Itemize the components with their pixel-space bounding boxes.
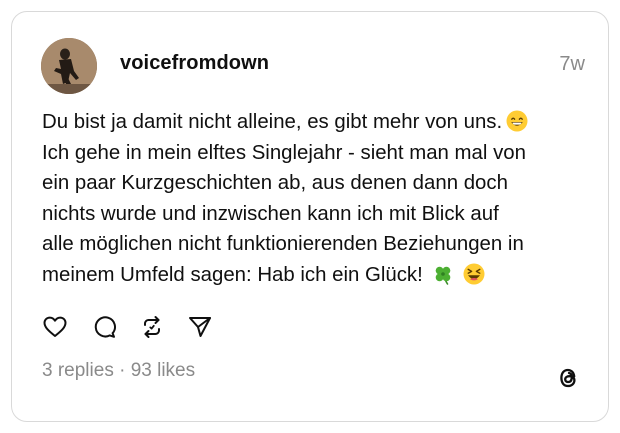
repost-icon — [144, 316, 160, 338]
post-text-line: meinem Umfeld sagen: Hab ich ein Glück! — [42, 260, 592, 291]
avatar[interactable] — [41, 38, 97, 94]
share-button[interactable] — [187, 314, 213, 340]
heart-icon — [43, 316, 67, 337]
post-card: voicefromdown 7w Du bist ja damit nicht … — [11, 11, 609, 422]
avatar-image — [41, 38, 97, 94]
four-leaf-clover-emoji — [435, 266, 451, 285]
comment-icon — [94, 316, 116, 338]
send-icon — [189, 317, 211, 337]
like-button[interactable] — [42, 314, 68, 340]
repost-button[interactable] — [139, 314, 165, 340]
post-text-line: alle möglichen nicht funktionierenden Be… — [42, 233, 524, 256]
timestamp: 7w — [559, 53, 585, 75]
post-stats[interactable]: 3 replies · 93 likes — [42, 360, 195, 382]
post-text-line: nichts wurde und inzwischen kann ich mit… — [42, 202, 499, 225]
post-text-line-6: meinem Umfeld sagen: Hab ich ein Glück! — [42, 263, 423, 286]
post-text: Du bist ja damit nicht alleine, es gibt … — [42, 107, 592, 291]
post-text-line: ein paar Kurzgeschichten ab, aus denen d… — [42, 172, 508, 195]
post-text-line: Ich gehe in mein elftes Singlejahr - sie… — [42, 141, 526, 164]
post-text-line: Du bist ja damit nicht alleine, es gibt … — [42, 107, 592, 138]
username[interactable]: voicefromdown — [120, 52, 269, 75]
grinning-smiling-eyes-emoji — [506, 110, 528, 132]
threads-logo-icon[interactable] — [554, 364, 582, 392]
post-text-line-1: Du bist ja damit nicht alleine, es gibt … — [42, 111, 503, 133]
reply-button[interactable] — [91, 314, 117, 340]
laughing-squinting-emoji — [463, 263, 485, 285]
